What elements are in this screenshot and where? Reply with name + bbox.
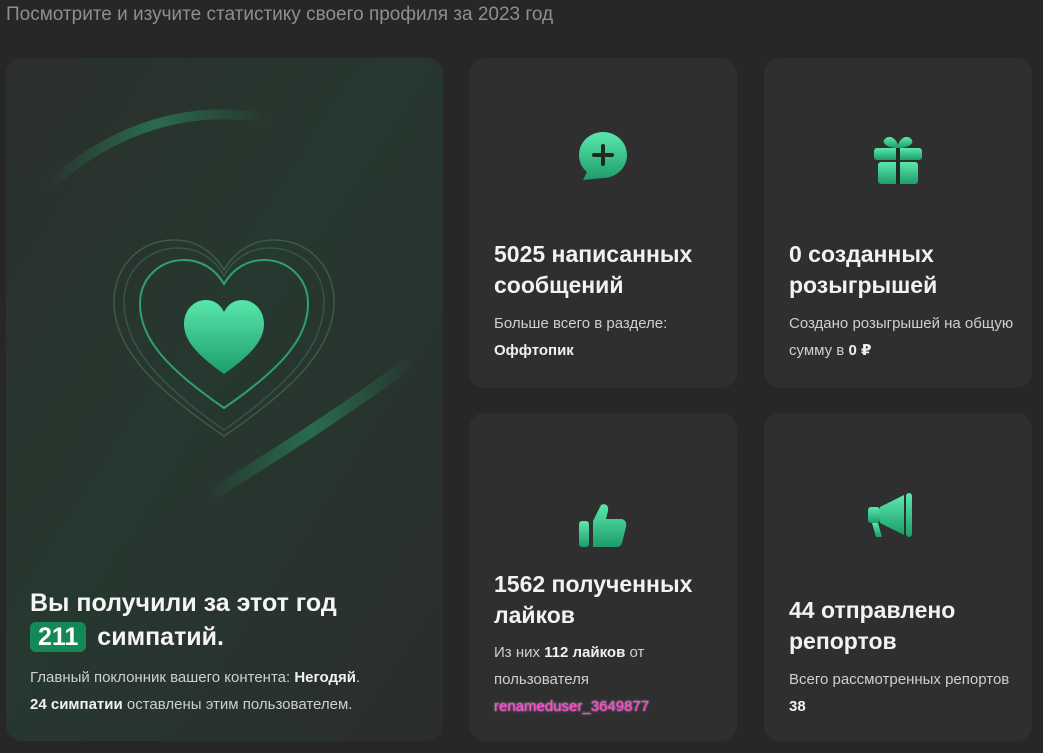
likes-desc-prefix: Из них [494,644,545,661]
messages-title: 5025 написанных сообщений [494,241,693,298]
messages-desc-label: Больше всего в разделе: [494,315,668,332]
messages-desc: Больше всего в разделе: Оффтопик [494,310,729,364]
likes-title: 1562 полученных лайков [494,571,693,628]
giveaways-desc-label: Создано розыгрышей на общую сумму в [789,315,1014,359]
giveaways-card: 0 созданных розыгрышей Создано розыгрыше… [764,58,1032,388]
username-link[interactable]: renameduser_3649877 [494,698,649,715]
reports-desc: Всего рассмотренных репортов 38 [789,666,1024,720]
reports-count: 38 [789,698,806,715]
reports-desc-label: Всего рассмотренных репортов [789,671,1010,688]
thumbs-up-icon [575,499,631,555]
fan-desc-suffix: оставлены этим пользователем. [122,696,353,713]
likes-received-title: Вы получили за этот год 211 симпатий. [30,586,430,654]
top-fan-label: Главный поклонник вашего контента: [30,669,295,686]
giveaways-title: 0 созданных розыгрышей [789,241,938,298]
desc-dot: . [356,669,361,686]
heart-icon [110,236,338,446]
likes-count-badge: 211 [30,622,87,652]
giveaways-desc: Создано розыгрышей на общую сумму в 0 ₽ [789,310,1024,364]
top-fan-name[interactable]: Негодяй [294,669,356,686]
megaphone-icon [864,489,920,545]
likes-title-suffix: симпатий. [97,623,224,651]
fan-likes-count: 24 симпатии [30,696,123,713]
reports-card: 44 отправлено репортов Всего рассмотренн… [764,413,1032,741]
page-subtitle: Посмотрите и изучите статистику своего п… [6,4,554,25]
likes-received-card: Вы получили за этот год 211 симпатий. Гл… [6,58,443,741]
gift-icon [870,132,926,188]
likes-from-user-count: 112 лайков [544,644,626,661]
likes-desc: Из них 112 лайков от пользователя rename… [494,639,729,720]
likes-title-line1: Вы получили за этот год [30,589,337,617]
likes-card: 1562 полученных лайков Из них 112 лайков… [469,413,737,741]
reports-title: 44 отправлено репортов [789,597,956,654]
messages-card: 5025 написанных сообщений Больше всего в… [469,58,737,388]
chat-plus-icon [575,128,631,184]
giveaways-sum: 0 ₽ [848,342,872,359]
likes-received-desc: Главный поклонник вашего контента: Негод… [30,664,430,718]
messages-section: Оффтопик [494,342,574,359]
